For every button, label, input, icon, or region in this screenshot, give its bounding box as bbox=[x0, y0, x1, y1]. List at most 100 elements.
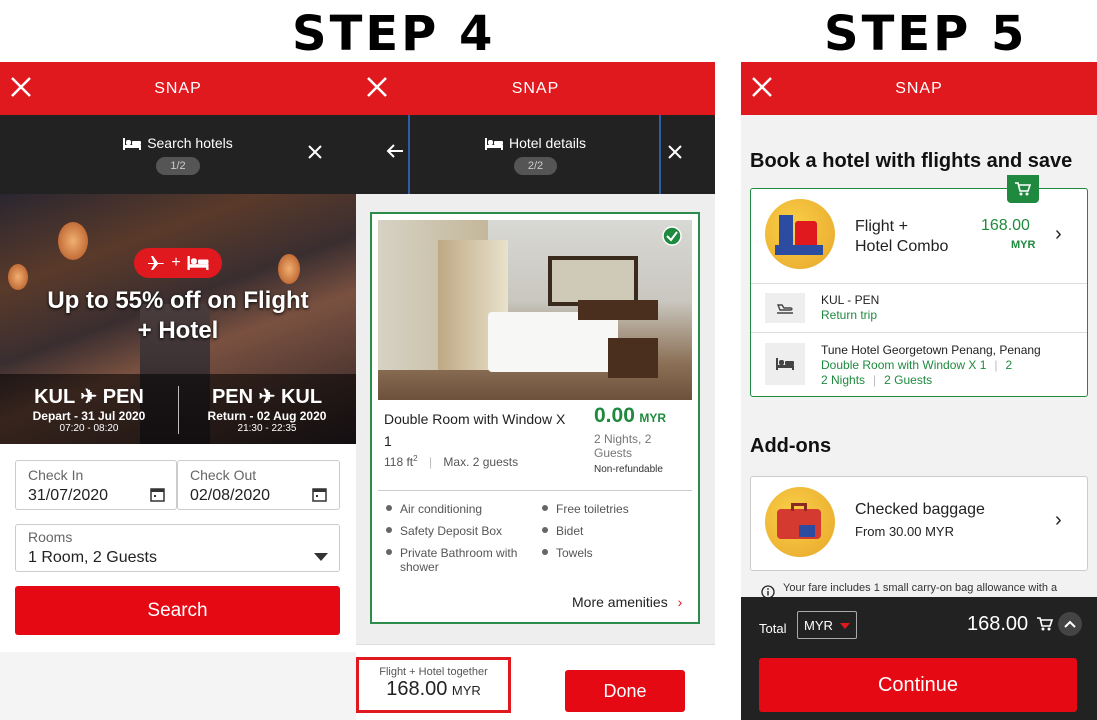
chevron-down-icon bbox=[314, 553, 328, 561]
app-title: SNAP bbox=[895, 79, 943, 97]
continue-button[interactable]: Continue bbox=[759, 658, 1077, 712]
baggage-from-price: From 30.00 MYR bbox=[855, 524, 954, 539]
combo-label-line1: Flight + bbox=[855, 218, 908, 235]
bed-icon bbox=[123, 138, 142, 150]
step-indicator: 1/2 bbox=[156, 157, 200, 175]
back-arrow-icon[interactable] bbox=[386, 143, 404, 159]
room-size: 118 ft bbox=[384, 455, 414, 469]
hotel-details-title: Hotel details bbox=[508, 135, 587, 151]
combo-label-line2: Hotel Combo bbox=[855, 238, 949, 255]
close-icon[interactable] bbox=[364, 74, 392, 102]
total-box: Flight + Hotel together 168.00 MYR bbox=[356, 657, 511, 713]
search-hotels-header: Search hotels 1/2 bbox=[0, 115, 356, 194]
checkout-bar: Total MYR 168.00 Continue bbox=[741, 597, 1097, 720]
check-out-label: Check Out bbox=[190, 467, 257, 483]
room-price: 0.00 bbox=[594, 404, 635, 427]
return-time: 21:30 - 22:35 bbox=[237, 423, 297, 434]
close-icon[interactable] bbox=[666, 143, 684, 161]
destination-code: PEN bbox=[102, 386, 144, 408]
currency-select[interactable]: MYR bbox=[797, 611, 857, 639]
search-hotels-screen: SNAP Search hotels 1/2 + Up to 55% off o… bbox=[0, 62, 356, 720]
combo-price: 168.00 bbox=[981, 217, 1030, 234]
step-5-title: STEP 5 bbox=[824, 6, 1028, 62]
hotel-room: Double Room with Window X 1 bbox=[821, 358, 987, 372]
hotel-name: Tune Hotel Georgetown Penang, Penang bbox=[821, 343, 1041, 357]
more-amenities-link[interactable]: More amenities › bbox=[572, 594, 682, 610]
origin-code: KUL bbox=[34, 386, 75, 408]
search-hotels-title: Search hotels bbox=[147, 135, 233, 151]
hotel-nights-inline: 2 bbox=[1005, 358, 1013, 372]
app-header: SNAP bbox=[741, 62, 1097, 115]
bed-icon bbox=[765, 343, 805, 385]
check-out-value: 02/08/2020 bbox=[190, 487, 271, 504]
flight-hotel-badge: + bbox=[134, 248, 222, 278]
bed-icon bbox=[484, 138, 503, 150]
currency-select-value: MYR bbox=[804, 618, 833, 633]
promo-text: Up to 55% off on Flight + Hotel bbox=[47, 287, 309, 344]
amenity-item: Air conditioning bbox=[386, 502, 482, 516]
amenity-item: Private Bathroom with shower bbox=[386, 546, 536, 574]
hotel-nights: 2 Nights bbox=[821, 373, 866, 387]
depart-time: 07:20 - 08:20 bbox=[59, 423, 119, 434]
booking-footer: Flight + Hotel together 168.00 MYR Done bbox=[356, 644, 715, 720]
fare-note: Your fare includes 1 small carry-on bag … bbox=[783, 582, 1058, 594]
done-button[interactable]: Done bbox=[565, 670, 685, 712]
chevron-down-icon bbox=[840, 623, 850, 629]
amenity-item: Safety Deposit Box bbox=[386, 524, 502, 538]
expand-button[interactable] bbox=[1058, 612, 1082, 636]
nights-guests: 2 Nights, 2 Guests bbox=[594, 432, 652, 460]
total-label: Flight + Hotel together bbox=[379, 666, 488, 678]
close-icon[interactable] bbox=[306, 143, 324, 161]
flight-type: Return trip bbox=[821, 308, 878, 322]
total-price: 168.00 bbox=[386, 678, 448, 700]
plane-icon: ✈ bbox=[258, 386, 276, 408]
cart-icon bbox=[1015, 182, 1031, 196]
combo-currency: MYR bbox=[1011, 239, 1036, 251]
bed-icon bbox=[187, 256, 209, 270]
return-flight: PEN ✈ KUL Return - 02 Aug 2020 21:30 - 2… bbox=[178, 384, 356, 434]
close-icon[interactable] bbox=[8, 74, 36, 102]
check-out-field[interactable]: Check Out 02/08/2020 bbox=[177, 460, 340, 510]
origin-code: PEN bbox=[211, 386, 254, 408]
baggage-card[interactable]: Checked baggage From 30.00 MYR › bbox=[750, 476, 1088, 571]
chevron-right-icon: › bbox=[1055, 509, 1062, 531]
refund-policy: Non-refundable bbox=[594, 464, 663, 475]
room-photo bbox=[378, 220, 692, 400]
step-indicator: 2/2 bbox=[513, 157, 558, 175]
section-heading: Book a hotel with flights and save bbox=[750, 150, 1073, 172]
hotel-details-screen: SNAP Hotel details 2/2 Double Room with … bbox=[356, 62, 715, 720]
cart-icon bbox=[1037, 617, 1053, 631]
chevron-right-icon: › bbox=[1055, 223, 1062, 245]
baggage-title: Checked baggage bbox=[855, 501, 985, 518]
chevron-right-icon: › bbox=[677, 594, 683, 610]
room-name: Double Room with Window X 1 bbox=[384, 411, 566, 449]
cart-badge bbox=[1007, 175, 1039, 203]
app-header: SNAP bbox=[0, 62, 356, 115]
combo-icon bbox=[765, 199, 835, 269]
calendar-icon bbox=[150, 488, 165, 502]
hotel-guests: 2 Guests bbox=[884, 373, 933, 387]
search-button[interactable]: Search bbox=[15, 586, 340, 635]
room-size-unit: 2 bbox=[413, 454, 418, 463]
room-card[interactable]: Double Room with Window X 1 118 ft2 | Ma… bbox=[370, 212, 700, 624]
return-date: Return - 02 Aug 2020 bbox=[207, 409, 327, 423]
more-amenities-label: More amenities bbox=[572, 594, 668, 610]
combo-card[interactable]: Flight + Hotel Combo 168.00 MYR › KUL - … bbox=[750, 175, 1088, 397]
step-4-title: STEP 4 bbox=[292, 6, 496, 62]
total-label: Total bbox=[759, 621, 787, 636]
destination-code: KUL bbox=[280, 386, 323, 408]
app-title: SNAP bbox=[154, 79, 202, 97]
total-price: 168.00 bbox=[967, 613, 1029, 635]
app-title: SNAP bbox=[511, 79, 560, 97]
selected-check-icon bbox=[662, 226, 682, 246]
rooms-value: 1 Room, 2 Guests bbox=[28, 549, 157, 566]
total-currency: MYR bbox=[451, 683, 481, 698]
amenity-item: Bidet bbox=[542, 524, 583, 538]
check-in-field[interactable]: Check In 31/07/2020 bbox=[15, 460, 177, 510]
rooms-select[interactable]: Rooms 1 Room, 2 Guests bbox=[15, 524, 340, 572]
plane-icon bbox=[765, 293, 805, 323]
amenity-item: Towels bbox=[542, 546, 593, 560]
check-in-label: Check In bbox=[28, 467, 84, 483]
max-guests: Max. 2 guests bbox=[443, 455, 519, 469]
close-icon[interactable] bbox=[749, 74, 777, 102]
